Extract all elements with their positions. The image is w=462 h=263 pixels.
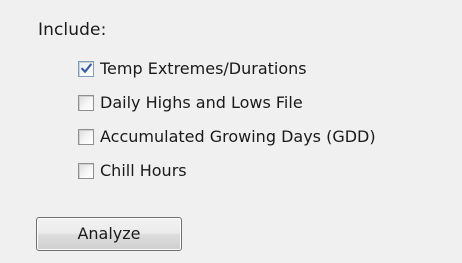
- daily-highs-lows-label: Daily Highs and Lows File: [100, 93, 303, 112]
- option-growing-days[interactable]: Accumulated Growing Days (GDD): [78, 126, 376, 148]
- chill-hours-checkbox[interactable]: [78, 163, 94, 179]
- include-heading: Include:: [38, 20, 107, 40]
- checkmark-icon: [81, 63, 92, 73]
- analyze-button[interactable]: Analyze: [36, 217, 182, 251]
- daily-highs-lows-checkbox[interactable]: [78, 95, 94, 111]
- growing-days-label: Accumulated Growing Days (GDD): [100, 127, 376, 146]
- chill-hours-label: Chill Hours: [100, 161, 187, 180]
- option-temp-extremes[interactable]: Temp Extremes/Durations: [78, 58, 307, 80]
- temp-extremes-label: Temp Extremes/Durations: [100, 59, 307, 78]
- temp-extremes-checkbox[interactable]: [78, 61, 94, 77]
- include-options-panel: Include: Temp Extremes/Durations Daily H…: [0, 0, 462, 263]
- growing-days-checkbox[interactable]: [78, 129, 94, 145]
- option-daily-highs-lows[interactable]: Daily Highs and Lows File: [78, 92, 303, 114]
- option-chill-hours[interactable]: Chill Hours: [78, 160, 187, 182]
